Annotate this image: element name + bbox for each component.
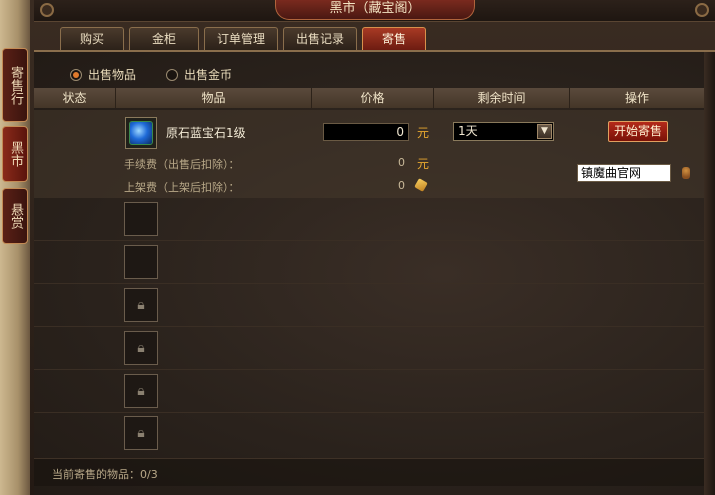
- radio-sell-items[interactable]: 出售物品: [70, 66, 136, 83]
- side-tab-label: 悬赏: [8, 203, 23, 229]
- lock-icon: 🔒︎: [137, 425, 145, 441]
- empty-slot[interactable]: [124, 245, 158, 279]
- locked-slot[interactable]: 🔒︎: [124, 331, 158, 365]
- blue-gem-icon: [129, 121, 153, 145]
- locked-slot[interactable]: 🔒︎: [124, 288, 158, 322]
- sell-type-selector: 出售物品 出售金币: [70, 66, 232, 83]
- lock-icon: 🔒︎: [137, 340, 145, 356]
- corner-ornament-icon: [40, 3, 54, 17]
- column-header-time: 剩余时间: [434, 88, 570, 108]
- lock-icon: 🔒︎: [137, 297, 145, 313]
- tab-vault[interactable]: 金柜: [129, 27, 199, 51]
- column-header-status: 状态: [34, 88, 116, 108]
- text-input[interactable]: 镇魔曲官网: [577, 164, 671, 182]
- item-name: 原石蓝宝石1级: [166, 126, 246, 140]
- column-header-price: 价格: [312, 88, 434, 108]
- tab-buy[interactable]: 购买: [60, 27, 124, 51]
- item-slot[interactable]: [125, 117, 157, 149]
- side-tab-label: 黑市: [8, 141, 23, 167]
- duration-value: 1天: [458, 124, 478, 138]
- radio-sell-gold[interactable]: 出售金币: [166, 66, 232, 83]
- tab-bar: 购买 金柜 订单管理 出售记录 寄售: [60, 27, 427, 51]
- fee-value: 0: [398, 156, 405, 169]
- side-tab-consignment[interactable]: 寄售行: [2, 48, 28, 122]
- radio-unchecked-icon: [166, 68, 179, 81]
- fee-currency: 元: [417, 157, 430, 171]
- window-title: 黑市（藏宝阁）: [275, 0, 475, 20]
- consign-count-status: 当前寄售的物品：0/3: [52, 468, 158, 481]
- row-divider: [34, 283, 704, 284]
- corner-ornament-icon: [695, 3, 709, 17]
- locked-slot[interactable]: 🔒︎: [124, 374, 158, 408]
- column-header-item: 物品: [116, 88, 312, 108]
- side-tab-black-market[interactable]: 黑市: [2, 126, 28, 182]
- side-tab-label: 寄售行: [8, 65, 23, 105]
- tab-sales-history[interactable]: 出售记录: [283, 27, 358, 51]
- row-divider: [34, 240, 704, 241]
- locked-slot[interactable]: 🔒︎: [124, 416, 158, 450]
- listing-fee-value: 0: [398, 179, 405, 192]
- row-divider: [34, 412, 704, 413]
- table-header: 状态 物品 价格 剩余时间 操作: [34, 88, 704, 108]
- price-input[interactable]: 0: [323, 123, 409, 141]
- fee-label: 手续费（出售后扣除）：: [124, 158, 240, 171]
- right-edge: [704, 52, 715, 495]
- row-divider: [34, 369, 704, 370]
- radio-checked-icon: [70, 68, 82, 81]
- gourd-icon[interactable]: [682, 167, 690, 179]
- radio-label: 出售物品: [88, 68, 137, 82]
- row-divider: [34, 326, 704, 327]
- listing-fee-label: 上架费（上架后扣除）：: [124, 181, 240, 194]
- tab-consign[interactable]: 寄售: [362, 27, 427, 51]
- empty-slot[interactable]: [124, 202, 158, 236]
- radio-label: 出售金币: [184, 68, 233, 82]
- tab-orders[interactable]: 订单管理: [204, 27, 279, 51]
- duration-select[interactable]: 1天 ▼: [453, 122, 554, 141]
- lock-icon: 🔒︎: [137, 383, 145, 399]
- start-consign-button[interactable]: 开始寄售: [608, 121, 668, 142]
- column-header-action: 操作: [624, 91, 649, 105]
- chevron-down-icon[interactable]: ▼: [537, 124, 552, 139]
- currency-label: 元: [417, 126, 430, 140]
- side-tab-bounty[interactable]: 悬赏: [2, 188, 28, 244]
